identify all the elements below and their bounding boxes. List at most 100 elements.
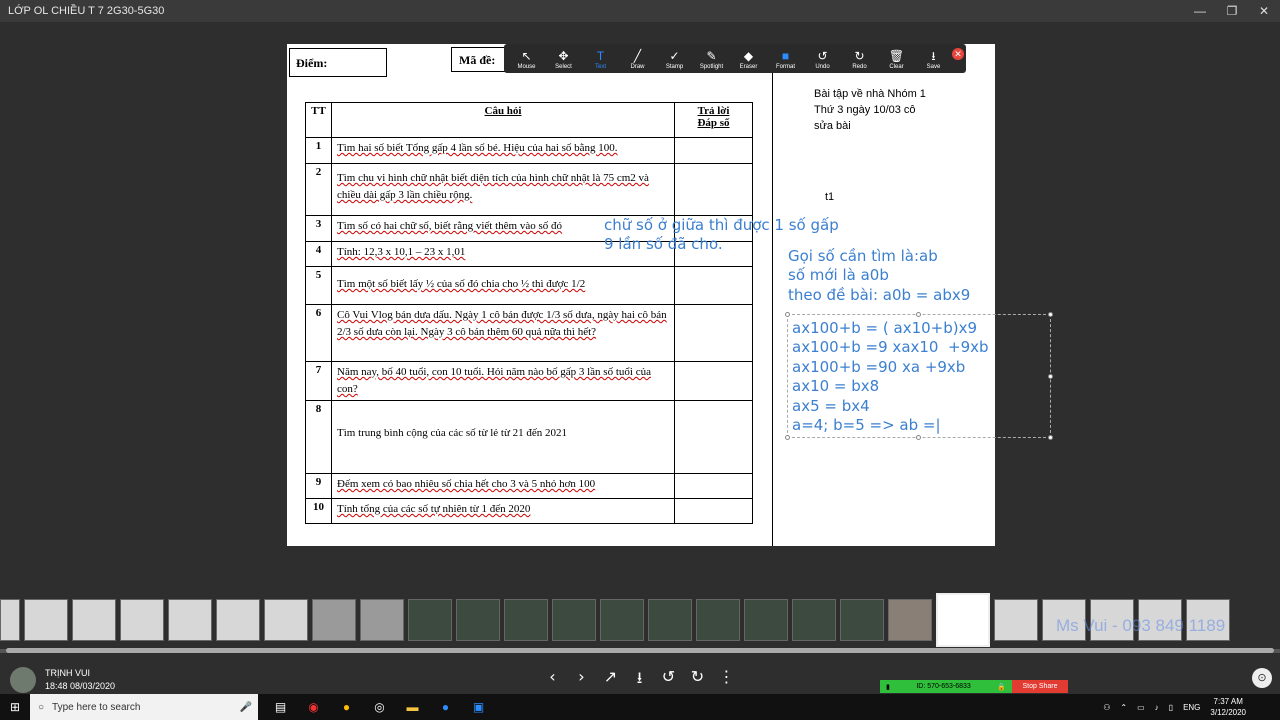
question-table: TT Câu hỏi Trả lời Đáp số 1 Tìm hai số b… (305, 102, 753, 524)
resize-handle[interactable] (916, 435, 921, 440)
row-question: Đếm xem có bao nhiêu số chia hết cho 3 v… (337, 478, 596, 490)
row-answer (674, 266, 753, 305)
windows-start-icon[interactable]: ⊞ (0, 694, 30, 720)
homework-line: Bài tập về nhà Nhóm 1 (814, 88, 926, 100)
tool-clear[interactable]: 🗑 Clear (878, 44, 915, 73)
app-icon[interactable]: ◉ (297, 694, 330, 720)
tool-stamp[interactable]: ✓ Stamp (656, 44, 693, 73)
more-icon[interactable]: ⋮ (712, 667, 741, 689)
slide-thumbnail[interactable] (0, 599, 20, 641)
prev-icon[interactable]: ‹ (538, 667, 567, 689)
row-question: Năm nay, bố 40 tuổi, con 10 tuổi. Hỏi nă… (337, 366, 651, 395)
tool-eraser[interactable]: ◆ Eraser (730, 44, 767, 73)
slide-thumbnail[interactable] (168, 599, 212, 641)
slide-thumbnail[interactable] (456, 599, 500, 641)
slide-thumbnail[interactable] (648, 599, 692, 641)
slide-thumbnail[interactable] (994, 599, 1038, 641)
file-explorer-icon[interactable]: ▬ (396, 694, 429, 720)
tool-draw[interactable]: ╱ Draw (619, 44, 656, 73)
search-placeholder: Type here to search (52, 701, 141, 713)
table-row: 9 Đếm xem có bao nhiêu số chia hết cho 3… (305, 473, 753, 499)
chrome-icon[interactable]: ● (330, 694, 363, 720)
presenter-timestamp: 18:48 08/03/2020 (45, 681, 116, 691)
tool-undo[interactable]: ↺ Undo (804, 44, 841, 73)
slide-thumbnail[interactable] (840, 599, 884, 641)
save-icon: ⭳ (931, 49, 936, 63)
slide-thumbnail[interactable] (264, 599, 308, 641)
share-icon[interactable]: ↗ (596, 667, 625, 689)
annotation-line: a=4; b=5 => ab =| (792, 416, 941, 434)
text-icon: T (596, 49, 605, 63)
tool-mouse[interactable]: ↖ Mouse (508, 44, 545, 73)
search-icon: ○ (38, 701, 45, 713)
meeting-id[interactable]: ▮ ID: 570-653-6833 🔒 (880, 680, 1012, 693)
slide-thumbnail[interactable] (24, 599, 68, 641)
annotation-line: ax100+b = ( ax10+b)x9 (792, 319, 978, 337)
row-num: 3 (305, 215, 332, 242)
volume-icon[interactable]: ♪ (1155, 703, 1159, 712)
slide-thumbnail[interactable] (504, 599, 548, 641)
clock-time: 7:37 AM (1213, 697, 1243, 706)
restore-icon[interactable]: ❐ (1216, 0, 1248, 22)
slide-thumbnail-selected[interactable] (936, 593, 990, 647)
slide-thumbnail[interactable] (360, 599, 404, 641)
chevron-up-icon[interactable]: ⌃ (1120, 703, 1127, 712)
zoom-meeting-icon[interactable]: ▣ (462, 694, 495, 720)
thumbnail-scrollbar-thumb[interactable] (6, 648, 1274, 653)
rotate-right-icon[interactable]: ↻ (683, 667, 712, 689)
slide-thumbnail[interactable] (408, 599, 452, 641)
slide-thumbnail[interactable] (312, 599, 356, 641)
tool-save[interactable]: ⭳ Save (915, 44, 952, 73)
battery-icon[interactable]: ▯ (1169, 703, 1173, 712)
slide-thumbnail[interactable] (792, 599, 836, 641)
slide-thumbnail[interactable] (72, 599, 116, 641)
resize-handle[interactable] (916, 312, 921, 317)
tool-select[interactable]: ✥ Select (545, 44, 582, 73)
slide-thumbnail[interactable] (744, 599, 788, 641)
tool-format[interactable]: ■ Format (767, 44, 804, 73)
annotation-line: ax5 = bx4 (792, 397, 870, 415)
taskbar-clock[interactable]: 7:37 AM 3/12/2020 (1210, 696, 1256, 718)
zoom-icon[interactable]: ● (429, 694, 462, 720)
close-annotation-icon[interactable]: ✕ (952, 48, 964, 60)
tool-text[interactable]: T Text (582, 44, 619, 73)
undo-icon: ↺ (817, 49, 828, 63)
network-icon[interactable]: ▭ (1137, 703, 1145, 712)
slide-thumbnail[interactable] (600, 599, 644, 641)
taskbar-search[interactable]: ○ Type here to search 🎤 (30, 694, 258, 720)
lock-icon[interactable]: ⊙ (1252, 668, 1272, 688)
annotation-toolbar: ↖ Mouse ✥ Select T Text ╱ Draw ✓ Stamp ✎ Spotl… (504, 44, 966, 73)
mic-icon[interactable]: 🎤 (240, 702, 252, 713)
resize-handle[interactable] (1048, 374, 1053, 379)
task-view-icon[interactable]: ▤ (264, 694, 297, 720)
homework-note: Bài tập về nhà Nhóm 1 Thứ 3 ngày 10/03 c… (814, 86, 926, 134)
minimize-icon[interactable]: — (1184, 0, 1216, 22)
download-icon[interactable]: ⭳ (625, 667, 654, 689)
tool-spotlight[interactable]: ✎ Spotlight (693, 44, 730, 73)
row-answer (674, 498, 753, 524)
language-indicator[interactable]: ENG (1183, 703, 1200, 712)
close-icon[interactable]: ✕ (1248, 0, 1280, 22)
resize-handle[interactable] (1048, 435, 1053, 440)
slide-thumbnail[interactable] (696, 599, 740, 641)
app-icon[interactable]: ◎ (363, 694, 396, 720)
resize-handle[interactable] (785, 312, 790, 317)
slide-thumbnail[interactable] (552, 599, 596, 641)
next-icon[interactable]: › (567, 667, 596, 689)
row-question: Tính: 12,3 x 10,1 – 23 x 1,01 (337, 246, 466, 258)
slide-thumbnail[interactable] (888, 599, 932, 641)
redo-icon: ↻ (854, 49, 865, 63)
rotate-left-icon[interactable]: ↺ (654, 667, 683, 689)
annotation-line: ax10 = bx8 (792, 377, 880, 395)
move-icon: ✥ (558, 49, 569, 63)
resize-handle[interactable] (1048, 312, 1053, 317)
score-field: Điểm: (289, 48, 387, 77)
slide-thumbnail[interactable] (120, 599, 164, 641)
resize-handle[interactable] (785, 435, 790, 440)
signal-icon: ▮ (886, 683, 890, 691)
people-icon[interactable]: ⚇ (1103, 703, 1110, 712)
stop-share-button[interactable]: Stop Share (1012, 680, 1068, 693)
row-num: 7 (305, 361, 332, 401)
tool-redo[interactable]: ↻ Redo (841, 44, 878, 73)
slide-thumbnail[interactable] (216, 599, 260, 641)
